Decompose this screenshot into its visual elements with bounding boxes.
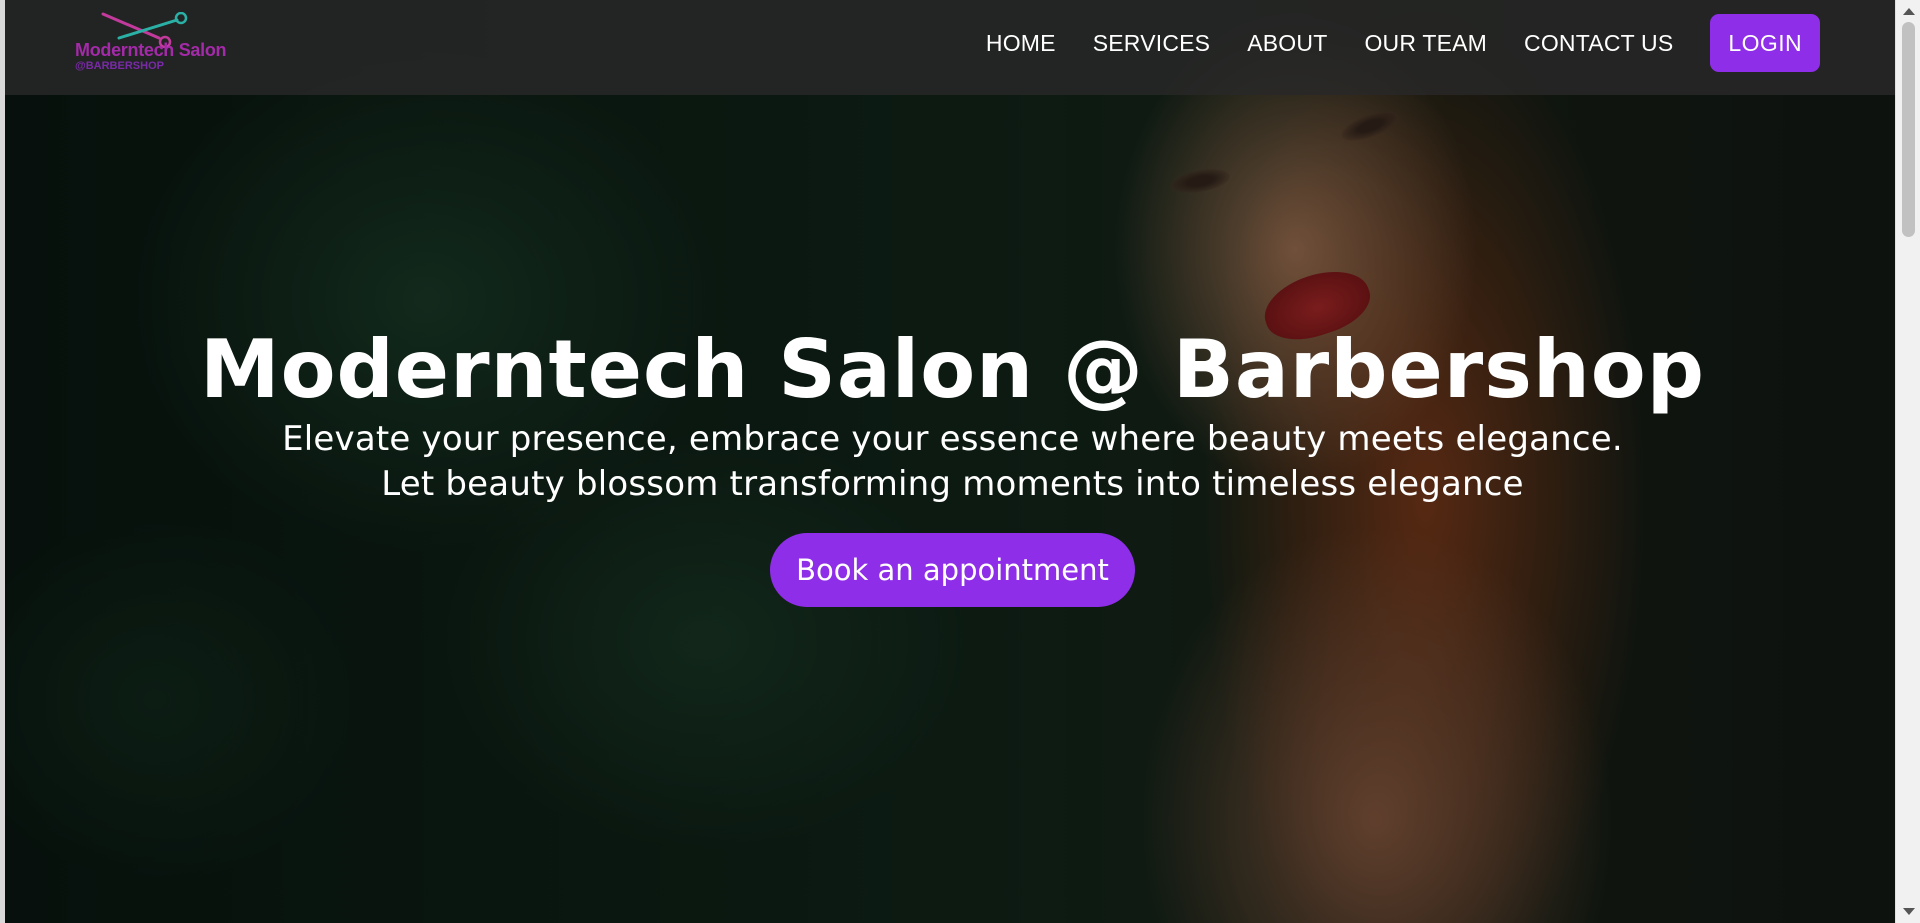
logo-subtitle: @BARBERSHOP <box>75 60 164 72</box>
nav-home[interactable]: HOME <box>986 30 1056 57</box>
scroll-down-arrow-icon[interactable] <box>1903 908 1915 915</box>
logo-title: Moderntech Salon <box>75 40 227 60</box>
nav-about[interactable]: ABOUT <box>1247 30 1327 57</box>
hero-subtitle-line-2: Let beauty blossom transforming moments … <box>381 464 1524 504</box>
main-nav: HOME SERVICES ABOUT OUR TEAM CONTACT US … <box>949 14 1820 72</box>
browser-viewport: Moderntech Salon @BARBERSHOP HOME SERVIC… <box>0 0 1920 923</box>
login-button[interactable]: LOGIN <box>1710 14 1820 72</box>
nav-contact-us[interactable]: CONTACT US <box>1524 30 1673 57</box>
brand-logo[interactable]: Moderntech Salon @BARBERSHOP <box>69 12 229 76</box>
hero-title: Moderntech Salon @ Barbershop <box>199 323 1706 416</box>
scroll-up-arrow-icon[interactable] <box>1903 8 1915 15</box>
hero-subtitle-line-1: Elevate your presence, embrace your esse… <box>282 419 1623 459</box>
nav-our-team[interactable]: OUR TEAM <box>1364 30 1487 57</box>
hero-section: Moderntech Salon @ Barbershop Elevate yo… <box>5 315 1900 607</box>
page-scrollbar[interactable] <box>1895 0 1920 923</box>
top-navbar: Moderntech Salon @BARBERSHOP HOME SERVIC… <box>5 0 1900 95</box>
book-appointment-button[interactable]: Book an appointment <box>770 533 1135 607</box>
nav-services[interactable]: SERVICES <box>1093 30 1211 57</box>
scroll-thumb[interactable] <box>1902 22 1915 237</box>
